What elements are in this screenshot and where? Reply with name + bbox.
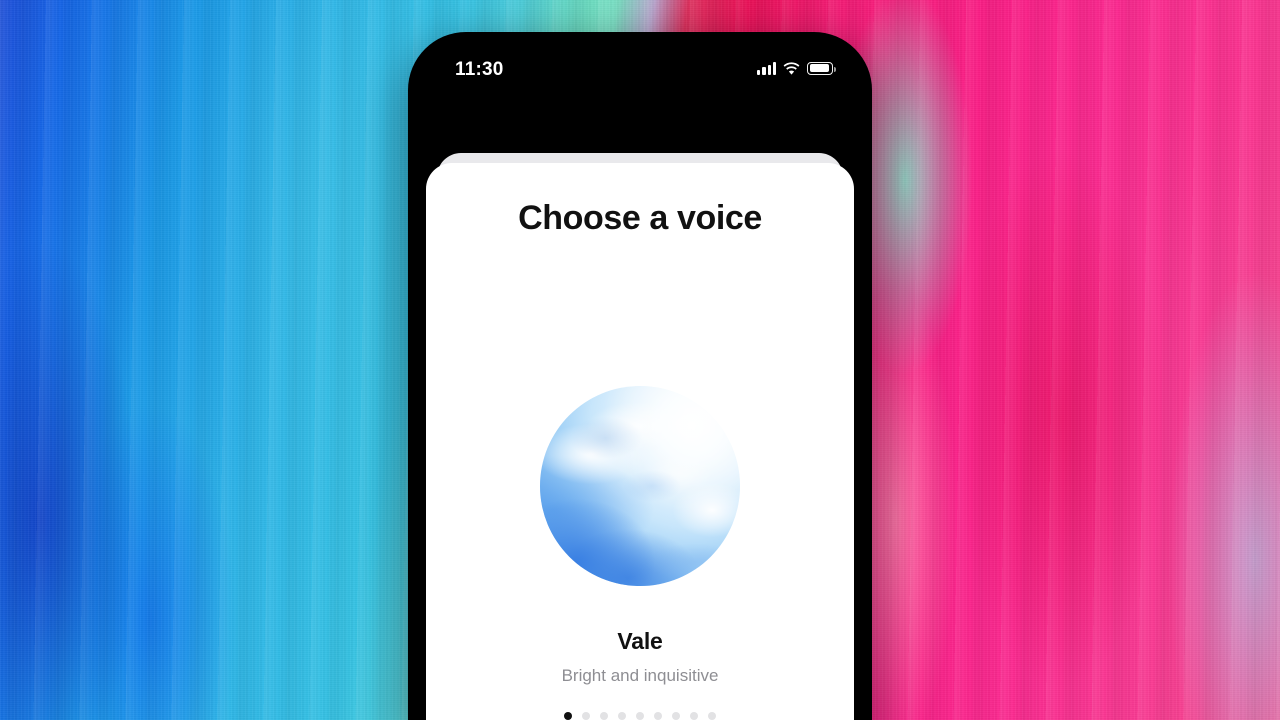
voice-selection-card: Choose a voice Vale Bright and inquisiti… [426, 163, 854, 720]
battery-icon [807, 61, 836, 75]
pagination-dot[interactable] [600, 712, 608, 720]
pagination-dot[interactable] [672, 712, 680, 720]
pagination-dot[interactable] [690, 712, 698, 720]
page-title: Choose a voice [518, 199, 762, 237]
pagination-dots[interactable] [426, 712, 854, 720]
pagination-dot[interactable] [654, 712, 662, 720]
screenshot-root: 11:30 Choose a voice Vale Bright and inq… [0, 0, 1280, 720]
pagination-dot[interactable] [636, 712, 644, 720]
status-bar-time: 11:30 [455, 58, 504, 80]
voice-description: Bright and inquisitive [561, 666, 719, 685]
voice-name: Vale [617, 628, 663, 654]
signal-icon [757, 62, 776, 75]
wifi-icon [783, 61, 800, 75]
voice-orb-container[interactable] [426, 386, 854, 586]
pagination-dot[interactable] [618, 712, 626, 720]
pagination-dot[interactable] [582, 712, 590, 720]
phone-device: 11:30 Choose a voice Vale Bright and inq… [408, 32, 872, 720]
pagination-dot[interactable] [708, 712, 716, 720]
voice-orb-icon[interactable] [540, 386, 740, 586]
status-bar-icons [757, 61, 836, 75]
phone-screen: 11:30 Choose a voice Vale Bright and inq… [417, 41, 863, 720]
status-bar: 11:30 [417, 41, 863, 95]
pagination-dot-active[interactable] [564, 712, 572, 720]
